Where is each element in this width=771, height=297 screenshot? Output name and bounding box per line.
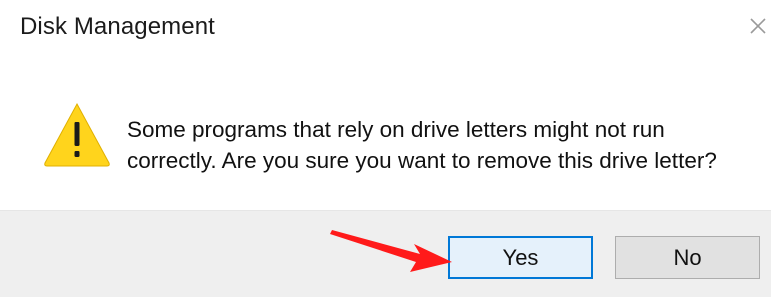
warning-icon: [42, 100, 112, 168]
yes-button[interactable]: Yes: [448, 236, 593, 279]
title-bar: Disk Management: [0, 0, 771, 56]
button-bar: Yes No: [0, 210, 771, 297]
dialog-message: Some programs that rely on drive letters…: [127, 117, 717, 173]
dialog-window: Disk Management Some programs that rely …: [0, 0, 771, 297]
no-button[interactable]: No: [615, 236, 760, 279]
dialog-content: Some programs that rely on drive letters…: [0, 56, 771, 210]
close-icon[interactable]: [746, 14, 770, 38]
window-title: Disk Management: [20, 13, 215, 40]
